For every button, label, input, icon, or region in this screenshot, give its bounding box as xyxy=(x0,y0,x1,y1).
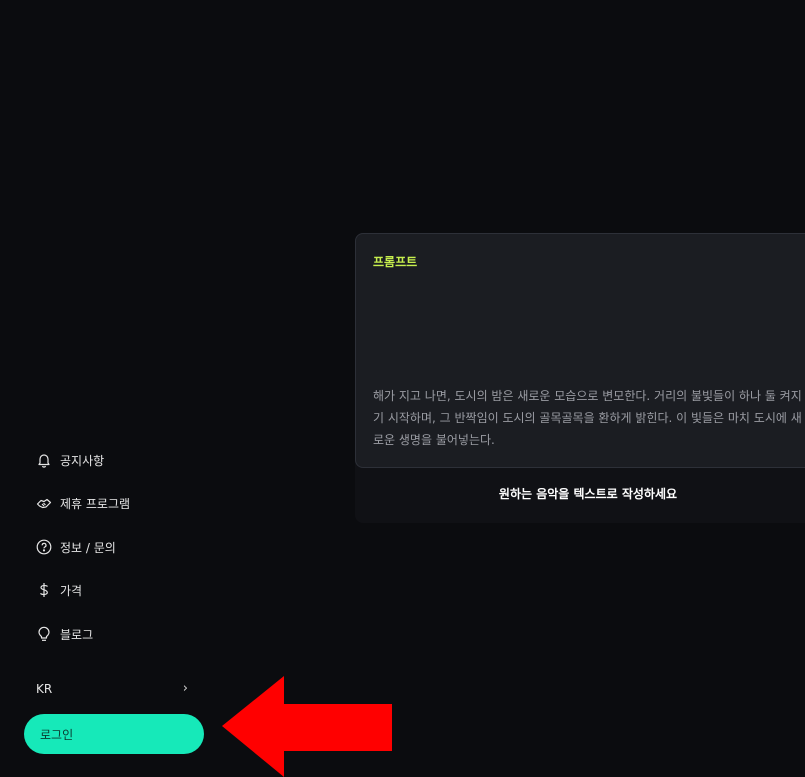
language-selector[interactable]: KR › xyxy=(36,681,188,696)
page: 공지사항 제휴 프로그램 정보 / 문의 가격 블로그 KR › 로그인 프롬프… xyxy=(0,0,805,777)
sidebar-item-info-inquiry[interactable]: 정보 / 문의 xyxy=(36,538,116,556)
handshake-icon xyxy=(36,495,52,511)
prompt-label: 프롬프트 xyxy=(373,255,418,269)
sidebar-item-notices[interactable]: 공지사항 xyxy=(36,451,104,469)
sidebar-item-label: 정보 / 문의 xyxy=(60,540,116,555)
sidebar-item-label: 가격 xyxy=(60,583,83,598)
sidebar-item-label: 블로그 xyxy=(60,627,94,642)
prompt-text: 해가 지고 나면, 도시의 밤은 새로운 모습으로 변모한다. 거리의 불빛들이… xyxy=(373,389,802,447)
dollar-icon xyxy=(36,582,52,598)
chevron-right-icon: › xyxy=(182,681,188,696)
sidebar-item-label: 제휴 프로그램 xyxy=(60,496,131,511)
sidebar-item-blog[interactable]: 블로그 xyxy=(36,625,93,643)
prompt-hint: 원하는 음악을 텍스트로 작성하세요 xyxy=(498,487,678,501)
question-circle-icon xyxy=(36,539,52,555)
login-button-label: 로그인 xyxy=(40,727,74,742)
annotation-arrow-icon xyxy=(222,676,392,777)
language-label: KR xyxy=(36,681,53,696)
prompt-panel: 프롬프트 해가 지고 나면, 도시의 밤은 새로운 모습으로 변모한다. 거리의… xyxy=(355,233,805,523)
sidebar-item-label: 공지사항 xyxy=(60,453,105,468)
bell-icon xyxy=(36,452,52,468)
login-button[interactable]: 로그인 xyxy=(24,714,204,754)
prompt-textarea[interactable]: 프롬프트 해가 지고 나면, 도시의 밤은 새로운 모습으로 변모한다. 거리의… xyxy=(355,233,805,468)
lightbulb-icon xyxy=(36,626,52,642)
sidebar-item-partner-program[interactable]: 제휴 프로그램 xyxy=(36,494,130,512)
sidebar-item-pricing[interactable]: 가격 xyxy=(36,581,82,599)
